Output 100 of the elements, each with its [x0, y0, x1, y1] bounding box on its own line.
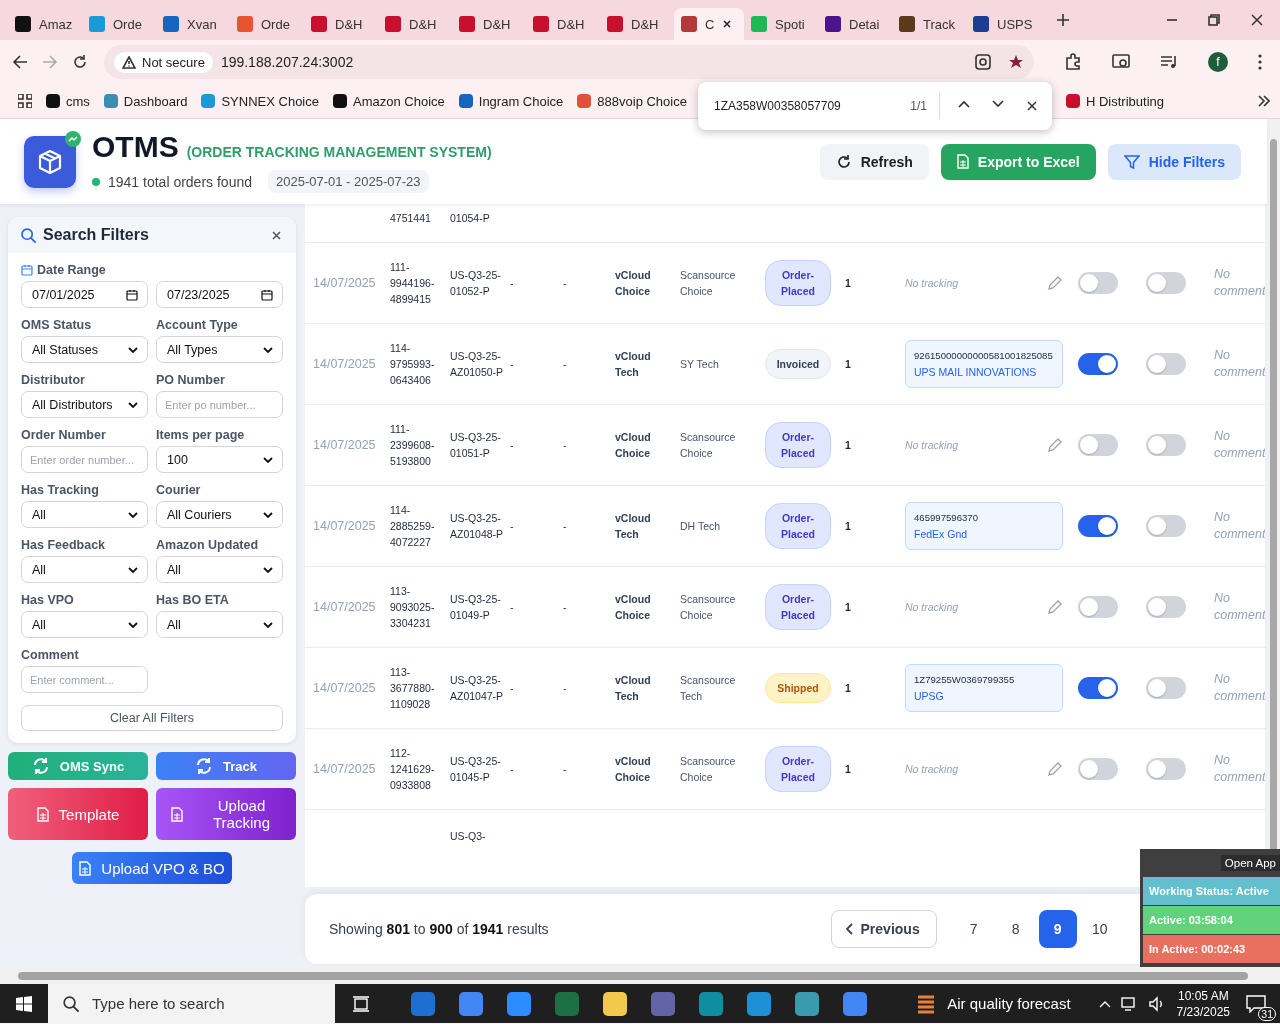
filter-input[interactable]: Enter comment... — [21, 666, 148, 693]
template-button[interactable]: Template — [8, 788, 148, 840]
cast-icon[interactable] — [1112, 54, 1130, 70]
bookmark[interactable]: SYNNEX Choice — [201, 93, 319, 109]
bookmark[interactable]: 888voip Choice — [577, 93, 687, 109]
app-icon[interactable] — [459, 991, 483, 1016]
toggle-switch[interactable] — [1146, 515, 1186, 537]
filter-select[interactable]: All — [21, 501, 148, 528]
browser-tab[interactable]: C — [674, 8, 744, 40]
close-icon[interactable] — [271, 229, 282, 241]
bookmark[interactable]: cms — [46, 93, 90, 109]
tracking-card[interactable]: 1Z79255W0369799355 UPSG — [905, 664, 1063, 712]
browser-tab[interactable]: Xvan — [156, 8, 230, 40]
browser-tab[interactable]: Track — [892, 8, 966, 40]
bookmark[interactable]: Dashboard — [103, 93, 188, 109]
date-field[interactable]: 07/01/2025 — [21, 281, 148, 308]
back-icon[interactable] — [12, 54, 28, 70]
filters-button[interactable]: Hide Filters — [1107, 143, 1241, 180]
vpo-button[interactable]: Upload VPO & BO — [72, 852, 232, 884]
toggle-switch[interactable] — [1146, 434, 1186, 456]
toggle-switch[interactable] — [1146, 677, 1186, 699]
clock[interactable]: 10:05 AM 7/23/2025 — [1176, 987, 1230, 1020]
filter-select[interactable]: All — [21, 611, 148, 638]
horizontal-scrollbar[interactable] — [0, 967, 1280, 984]
down-icon[interactable] — [992, 100, 1004, 108]
page-button[interactable]: 8 — [996, 910, 1035, 948]
find-query[interactable]: 1ZA358W00358057709 — [714, 99, 899, 113]
filter-select[interactable]: All Statuses — [21, 336, 148, 363]
restore-icon[interactable] — [1208, 14, 1220, 26]
page-button[interactable]: 10 — [1080, 910, 1119, 948]
new-tab-icon[interactable] — [1056, 13, 1070, 27]
filter-input[interactable]: Enter po number... — [156, 391, 283, 418]
bookmark[interactable]: H Distributing — [1065, 93, 1164, 109]
clear-filters-button[interactable]: Clear All Filters — [21, 705, 283, 731]
toggle-switch[interactable] — [1146, 353, 1186, 375]
browser-tab[interactable]: Orde — [82, 8, 156, 40]
track-button[interactable]: Track — [156, 752, 296, 780]
upload-button[interactable]: Upload Tracking — [156, 788, 296, 840]
filter-select[interactable]: All — [156, 611, 283, 638]
page-button[interactable]: 9 — [1038, 910, 1077, 948]
previous-button[interactable]: Previous — [830, 910, 937, 948]
extensions-icon[interactable] — [1064, 53, 1082, 71]
app-icon[interactable] — [507, 991, 531, 1016]
tracking-card[interactable]: 92615000000000581001825085 UPS MAIL INNOVATIONS — [905, 340, 1063, 388]
bookmark[interactable]: Ingram Choice — [458, 93, 564, 109]
app-icon[interactable] — [747, 991, 771, 1016]
toggle-switch[interactable] — [1078, 677, 1118, 699]
filter-select[interactable]: All Couriers — [156, 501, 283, 528]
toggle-switch[interactable] — [1146, 596, 1186, 618]
browser-tab[interactable]: D&H — [526, 8, 600, 40]
volume-icon[interactable] — [1148, 995, 1165, 1012]
toggle-switch[interactable] — [1078, 758, 1118, 780]
browser-tab[interactable]: D&H — [452, 8, 526, 40]
apps-icon[interactable] — [18, 94, 32, 108]
browser-tab[interactable]: D&H — [378, 8, 452, 40]
reload-icon[interactable] — [72, 54, 88, 70]
up-icon[interactable] — [958, 100, 970, 108]
filter-input[interactable]: Enter order number... — [21, 446, 148, 473]
toggle-switch[interactable] — [1078, 515, 1118, 537]
browser-tab[interactable]: Spoti — [744, 8, 818, 40]
browser-tab[interactable]: D&H — [304, 8, 378, 40]
address-bar[interactable]: Not secure 199.188.207.24:3002 — [104, 45, 1034, 79]
chevron-up-icon[interactable] — [1098, 999, 1111, 1008]
toggle-switch[interactable] — [1146, 758, 1186, 780]
page-button[interactable]: 7 — [954, 910, 993, 948]
tracking-card[interactable]: 465997596370 FedEx Gnd — [905, 502, 1063, 550]
toggle-switch[interactable] — [1078, 272, 1118, 294]
close-icon[interactable] — [1026, 100, 1038, 112]
lens-icon[interactable] — [974, 53, 992, 71]
filter-select[interactable]: All — [156, 556, 283, 583]
close-icon[interactable] — [722, 19, 733, 29]
refresh-button[interactable]: Refresh — [819, 143, 929, 180]
task-view-icon[interactable] — [352, 995, 370, 1012]
app-icon[interactable] — [795, 991, 819, 1016]
toggle-switch[interactable] — [1078, 353, 1118, 375]
open-app-button[interactable]: Open App — [1220, 855, 1280, 871]
browser-tab[interactable]: Detai — [818, 8, 892, 40]
toggle-switch[interactable] — [1078, 596, 1118, 618]
filter-select[interactable]: 100 — [156, 446, 283, 473]
menu-icon[interactable] — [1258, 54, 1262, 70]
app-icon[interactable] — [699, 991, 723, 1016]
bookmark[interactable]: Amazon Choice — [333, 93, 445, 109]
toggle-switch[interactable] — [1078, 434, 1118, 456]
browser-tab[interactable]: Orde — [230, 8, 304, 40]
profile-avatar[interactable]: f — [1208, 52, 1228, 72]
app-icon[interactable] — [843, 991, 867, 1016]
filter-select[interactable]: All Distributors — [21, 391, 148, 418]
star-icon[interactable] — [1008, 54, 1024, 70]
filter-select[interactable]: All Types — [156, 336, 283, 363]
filter-select[interactable]: All — [21, 556, 148, 583]
browser-tab[interactable]: D&H — [600, 8, 674, 40]
close-icon[interactable] — [1250, 13, 1264, 27]
date-field[interactable]: 07/23/2025 — [156, 281, 283, 308]
taskbar-search-field[interactable]: Type here to search — [48, 984, 335, 1023]
browser-tab[interactable]: USPS — [966, 8, 1040, 40]
more-bookmarks-icon[interactable] — [1258, 95, 1270, 107]
media-icon[interactable] — [1160, 54, 1178, 70]
weather-text[interactable]: Air quality forecast — [947, 995, 1071, 1012]
app-icon[interactable] — [603, 991, 627, 1016]
browser-tab[interactable]: Amaz — [8, 8, 82, 40]
